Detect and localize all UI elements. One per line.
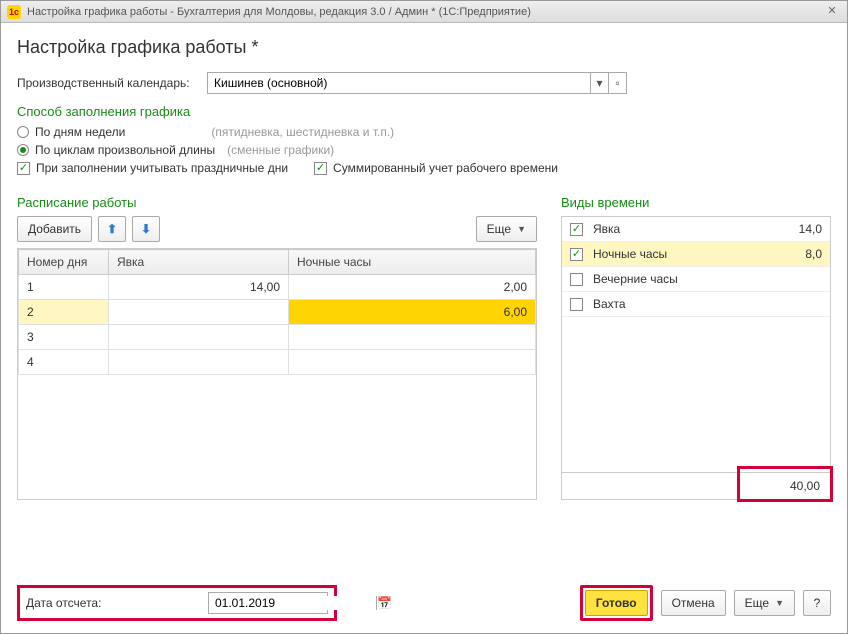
arrow-down-icon: ⬇ — [141, 222, 151, 236]
calendar-input[interactable] — [208, 73, 590, 93]
window-title: Настройка графика работы - Бухгалтерия д… — [27, 6, 531, 18]
cancel-button[interactable]: Отмена — [661, 590, 726, 616]
arrow-up-icon: ⬆ — [107, 222, 117, 236]
schedule-toolbar: Добавить ⬆ ⬇ Еще▼ — [17, 216, 537, 242]
fill-method-title: Способ заполнения графика — [17, 104, 831, 119]
table-row[interactable]: 2 6,00 — [19, 300, 536, 325]
time-types-title: Виды времени — [561, 195, 831, 210]
type-checkbox[interactable] — [570, 248, 583, 261]
type-label: Ночные часы — [593, 247, 667, 261]
footer: Дата отсчета: 📅 Готово Отмена Еще▼ ? — [17, 585, 831, 621]
close-icon[interactable]: ✕ — [823, 4, 841, 20]
start-date-field[interactable] — [209, 596, 376, 610]
type-label: Явка — [593, 222, 620, 236]
chevron-down-icon: ▼ — [775, 598, 784, 608]
col-presence[interactable]: Явка — [109, 250, 289, 275]
radio-by-week-hint: (пятидневка, шестидневка и т.п.) — [211, 125, 394, 139]
table-row[interactable]: 4 — [19, 350, 536, 375]
type-label: Вечерние часы — [593, 272, 678, 286]
chevron-down-icon[interactable]: ▾ — [590, 73, 608, 93]
radio-icon[interactable] — [17, 126, 29, 138]
footer-more-button[interactable]: Еще▼ — [734, 590, 795, 616]
start-date-block: Дата отсчета: 📅 — [17, 585, 337, 621]
schedule-more-button[interactable]: Еще▼ — [476, 216, 537, 242]
done-highlight: Готово — [580, 585, 653, 621]
col-day[interactable]: Номер дня — [19, 250, 109, 275]
list-item[interactable]: Вечерние часы — [562, 267, 830, 292]
schedule-title: Расписание работы — [17, 195, 537, 210]
radio-by-week[interactable]: По дням недели (пятидневка, шестидневка … — [17, 125, 831, 139]
radio-by-cycle[interactable]: По циклам произвольной длины (сменные гр… — [17, 143, 831, 157]
move-down-button[interactable]: ⬇ — [132, 216, 160, 242]
time-types-total: 40,00 — [562, 472, 830, 499]
radio-by-cycle-hint: (сменные графики) — [227, 143, 334, 157]
time-types-list: Явка 14,0 Ночные часы 8,0 Вечерние часы — [561, 216, 831, 500]
holidays-checkbox[interactable] — [17, 162, 30, 175]
schedule-grid[interactable]: Номер дня Явка Ночные часы 1 14,00 2,00 — [17, 248, 537, 500]
type-checkbox[interactable] — [570, 298, 583, 311]
calendar-combo[interactable]: ▾ ▫ — [207, 72, 627, 94]
list-item[interactable]: Явка 14,0 — [562, 217, 830, 242]
list-item[interactable]: Вахта — [562, 292, 830, 317]
type-checkbox[interactable] — [570, 223, 583, 236]
page-title: Настройка графика работы * — [17, 37, 831, 58]
calendar-label: Производственный календарь: — [17, 76, 207, 90]
type-checkbox[interactable] — [570, 273, 583, 286]
chevron-down-icon: ▼ — [517, 224, 526, 234]
summarized-label: Суммированный учет рабочего времени — [333, 161, 558, 175]
radio-by-week-label: По дням недели — [35, 125, 125, 139]
checkbox-row: При заполнении учитывать праздничные дни… — [17, 161, 831, 175]
summarized-checkbox[interactable] — [314, 162, 327, 175]
radio-by-cycle-label: По циклам произвольной длины — [35, 143, 215, 157]
col-night[interactable]: Ночные часы — [289, 250, 536, 275]
list-item[interactable]: Ночные часы 8,0 — [562, 242, 830, 267]
calendar-icon[interactable]: 📅 — [376, 596, 392, 610]
start-date-label: Дата отсчета: — [26, 596, 101, 610]
type-label: Вахта — [593, 297, 626, 311]
app-logo-icon: 1c — [7, 5, 21, 19]
type-value: 14,0 — [799, 222, 822, 236]
add-button[interactable]: Добавить — [17, 216, 92, 242]
help-button[interactable]: ? — [803, 590, 831, 616]
open-dialog-icon[interactable]: ▫ — [608, 73, 626, 93]
type-value: 8,0 — [805, 247, 822, 261]
move-up-button[interactable]: ⬆ — [98, 216, 126, 242]
calendar-row: Производственный календарь: ▾ ▫ — [17, 72, 831, 94]
table-row[interactable]: 3 — [19, 325, 536, 350]
radio-icon[interactable] — [17, 144, 29, 156]
titlebar: 1c Настройка графика работы - Бухгалтери… — [1, 1, 847, 23]
done-button[interactable]: Готово — [585, 590, 648, 616]
table-row[interactable]: 1 14,00 2,00 — [19, 275, 536, 300]
start-date-input[interactable]: 📅 — [208, 592, 328, 614]
holidays-label: При заполнении учитывать праздничные дни — [36, 161, 288, 175]
